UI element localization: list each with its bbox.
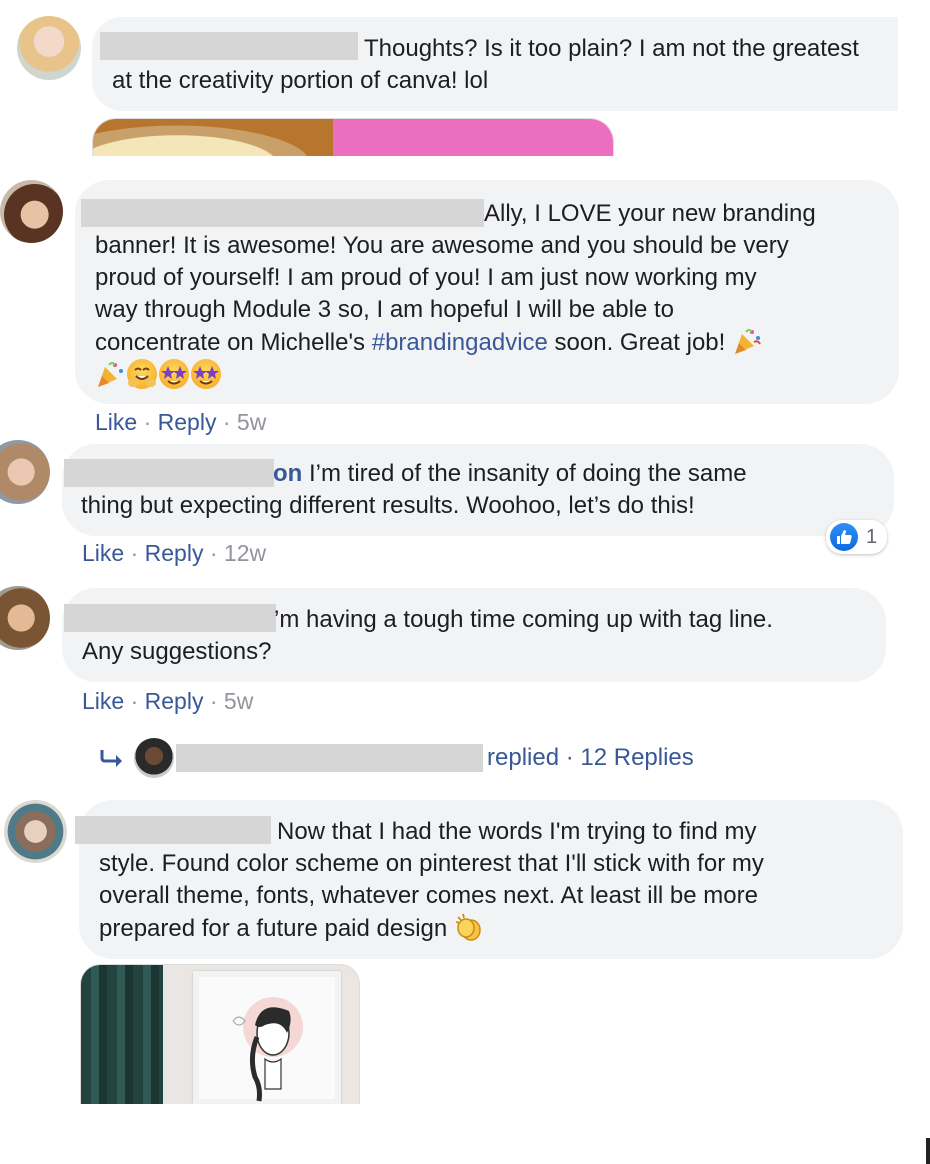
comment-text-segment: I’m tired of the insanity of doing the s… [302, 460, 747, 487]
comment-text-line: banner! It is awesome! You are awesome a… [95, 232, 789, 259]
comment-bubble: on I’m tired of the insanity of doing th… [62, 444, 894, 536]
comment-text-line: concentrate on Michelle's #brandingadvic… [95, 326, 895, 359]
party-popper-emoji [732, 326, 762, 356]
comment-text-line: Any suggestions? [82, 638, 272, 665]
like-link[interactable]: Like [82, 688, 124, 714]
comment-actions: Like · Reply · 5w [82, 687, 253, 715]
avatar[interactable] [17, 16, 81, 80]
comment-text-line: ’m having a tough time coming up with ta… [274, 606, 773, 633]
separator: · [124, 540, 145, 566]
comment-bubble: Now that I had the words I'm trying to f… [75, 800, 903, 959]
comment-bubble: Ally, I LOVE your new branding banner! I… [75, 180, 899, 404]
comment-text: Thoughts? Is it too plain? I am not the … [112, 35, 859, 94]
comment-text: Now that I had the words I'm trying to f… [99, 816, 899, 945]
avatar[interactable] [0, 586, 50, 650]
comment-actions: Like · Reply · 5w [95, 408, 266, 436]
hugging-face-emoji [127, 359, 157, 389]
party-popper-emoji [95, 359, 125, 389]
comment-text-line: way through Module 3 so, I am hopeful I … [95, 296, 674, 323]
comment-text-segment: soon. Great job! [547, 329, 726, 356]
comment-text-line: proud of yourself! I am proud of you! I … [95, 264, 757, 291]
reply-link[interactable]: Reply [158, 409, 217, 435]
photo-portrait-section [93, 119, 333, 156]
separator: · [203, 540, 224, 566]
comment-bubble: Thoughts? Is it too plain? I am not the … [92, 17, 898, 111]
timestamp[interactable]: 5w [224, 688, 253, 714]
comment-text-line: Now that I had the words I'm trying to f… [277, 818, 757, 845]
separator: · [559, 744, 581, 771]
clapping-hands-emoji [454, 912, 484, 942]
comment-text-segment: prepared for a future paid design [99, 915, 448, 942]
comment-text-line: overall theme, fonts, whatever comes nex… [99, 882, 758, 909]
avatar[interactable] [4, 800, 67, 863]
reply-arrow-icon [98, 748, 124, 768]
comment-text-line: on I’m tired of the insanity of doing th… [81, 458, 881, 490]
redacted-replier-name [176, 744, 483, 772]
hashtag-link[interactable]: #brandingadvice [372, 329, 548, 356]
comment-text-segment: concentrate on Michelle's [95, 329, 372, 356]
thumbs-up-icon [830, 523, 858, 551]
replied-label: replied [487, 744, 560, 771]
comment-text: Ally, I LOVE your new branding banner! I… [95, 198, 895, 392]
comment-actions: Like · Reply · 12w [82, 539, 266, 567]
photo-curtain [81, 965, 163, 1104]
comment-bubble: ’m having a tough time coming up with ta… [62, 588, 886, 682]
reply-link[interactable]: Reply [145, 540, 204, 566]
view-replies-link[interactable]: replied · 12 Replies [487, 743, 694, 773]
separator: · [203, 688, 224, 714]
reply-link[interactable]: Reply [145, 688, 204, 714]
comment-text-line: prepared for a future paid design [99, 912, 899, 945]
emoji-line [95, 359, 895, 392]
avatar[interactable] [0, 440, 50, 504]
author-name-link[interactable]: on [273, 460, 302, 487]
edge-artifact [926, 1138, 930, 1164]
reaction-count-badge[interactable]: 1 [826, 520, 888, 554]
photo-pink-banner-section [333, 119, 613, 156]
separator: · [124, 688, 145, 714]
reaction-count: 1 [866, 525, 878, 548]
comment-text-line: thing but expecting different results. W… [81, 492, 695, 519]
star-struck-emoji [159, 359, 189, 389]
photo-frame [193, 971, 341, 1104]
comment-text-line: Ally, I LOVE your new branding [484, 200, 816, 227]
comment-text: on I’m tired of the insanity of doing th… [81, 458, 881, 522]
attached-image[interactable] [92, 118, 614, 156]
attached-image[interactable] [80, 964, 360, 1104]
star-struck-emoji [191, 359, 221, 389]
like-link[interactable]: Like [95, 409, 137, 435]
reply-avatar[interactable] [134, 738, 174, 778]
like-link[interactable]: Like [82, 540, 124, 566]
comment-text: ’m having a tough time coming up with ta… [82, 604, 882, 668]
separator: · [216, 409, 237, 435]
timestamp[interactable]: 5w [237, 409, 266, 435]
reply-count: 12 Replies [580, 744, 694, 771]
separator: · [137, 409, 158, 435]
comment-text-line: style. Found color scheme on pinterest t… [99, 850, 764, 877]
avatar[interactable] [0, 180, 63, 243]
timestamp[interactable]: 12w [224, 540, 266, 566]
